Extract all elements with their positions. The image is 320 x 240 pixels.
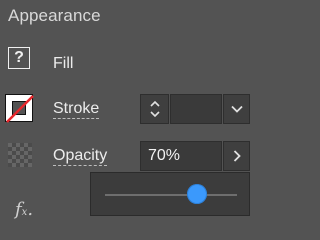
panel-title: Appearance — [8, 6, 101, 25]
chevron-right-icon — [233, 150, 241, 162]
stroke-weight-stepper[interactable] — [140, 94, 169, 124]
opacity-slider-track[interactable] — [105, 194, 237, 196]
unknown-fill-icon: ? — [14, 49, 24, 66]
chevron-up-down-icon — [149, 100, 160, 118]
opacity-input[interactable] — [140, 141, 222, 171]
stroke-weight-dropdown-button[interactable] — [223, 94, 250, 124]
fill-label: Fill — [53, 55, 74, 72]
opacity-label-text: Opacity — [53, 147, 108, 166]
chevron-down-icon — [230, 105, 243, 113]
opacity-slider-thumb[interactable] — [187, 184, 208, 204]
stroke-swatch[interactable] — [5, 94, 34, 123]
stroke-label-text: Stroke — [53, 100, 100, 119]
opacity-slider-toggle-button[interactable] — [223, 141, 250, 171]
opacity-slider-popup — [90, 172, 250, 216]
fill-swatch[interactable]: ? — [8, 47, 30, 69]
none-slash-icon — [6, 95, 34, 123]
fx-icon[interactable]: fx. — [15, 199, 33, 220]
stroke-weight-input[interactable] — [170, 94, 222, 124]
stroke-label[interactable]: Stroke — [53, 100, 100, 119]
opacity-label[interactable]: Opacity — [53, 147, 108, 166]
opacity-swatch — [8, 143, 32, 167]
